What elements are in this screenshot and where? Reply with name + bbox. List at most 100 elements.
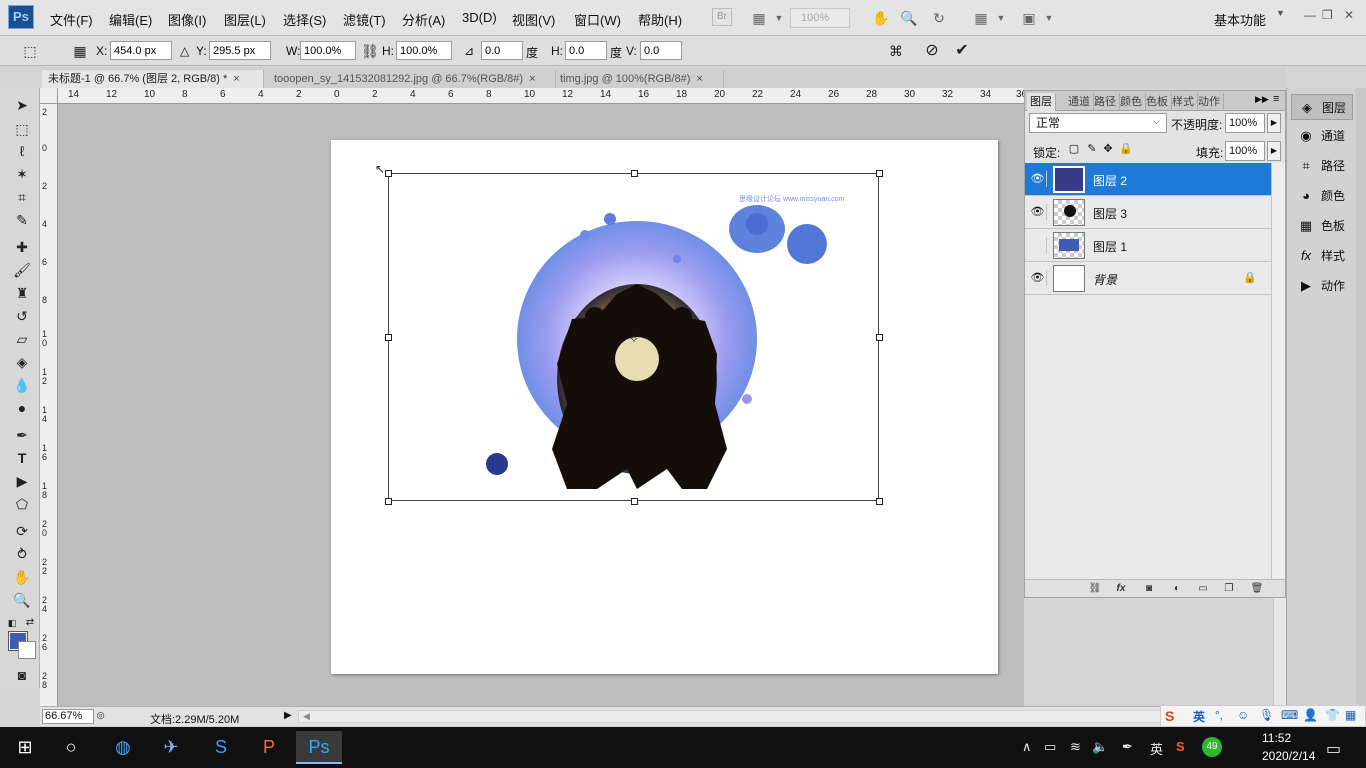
pen-icon[interactable]: ✒ <box>1122 739 1133 755</box>
security-badge[interactable]: 49 <box>1202 737 1222 757</box>
chevron-down-icon[interactable]: ▼ <box>990 8 1012 28</box>
menu-file[interactable]: 文件(F) <box>50 10 93 29</box>
fx-icon[interactable]: fx <box>1113 581 1129 597</box>
cancel-transform-icon[interactable]: ⊘ <box>922 41 942 61</box>
bridge-icon[interactable]: Br <box>712 8 732 26</box>
close-icon[interactable]: × <box>529 73 535 85</box>
transform-handle-bottom-left[interactable] <box>385 498 392 505</box>
x-position-input[interactable] <box>110 41 172 60</box>
width-scale-input[interactable] <box>300 41 356 60</box>
default-colors-icon[interactable]: ◧ <box>6 612 18 634</box>
3d-orbit-tool-icon[interactable]: ⥁ <box>10 543 34 565</box>
document-canvas[interactable]: ↖ 思缘设计论坛 www.missyuan.com ✧ <box>331 140 998 674</box>
link-layers-icon[interactable]: ⛓ <box>1087 581 1103 597</box>
lock-position-icon[interactable]: ✥ <box>1101 142 1115 156</box>
chevron-down-icon[interactable]: ▼ <box>1276 8 1285 18</box>
lasso-tool-icon[interactable]: ℓ <box>10 140 34 162</box>
rotate-view-icon[interactable]: ↻ <box>928 8 950 28</box>
sogou-icon[interactable]: S <box>1165 708 1174 724</box>
hand-tool-icon[interactable]: ✋ <box>10 566 34 588</box>
status-menu-arrow-icon[interactable]: ▶ <box>284 710 292 721</box>
zoom-select[interactable]: 100% <box>790 8 850 28</box>
blur-tool-icon[interactable]: 💧 <box>10 374 34 396</box>
shape-tool-icon[interactable]: ⬠ <box>10 493 34 515</box>
eye-icon[interactable]: 👁 <box>1029 171 1047 187</box>
clone-stamp-tool-icon[interactable]: ♜ <box>10 282 34 304</box>
tab-untitled-1[interactable]: 未标题-1 @ 66.7% (图层 2, RGB/8) * × <box>42 70 264 88</box>
magic-wand-tool-icon[interactable]: ✶ <box>10 163 34 185</box>
arrange-icon[interactable]: ▦ <box>970 8 992 28</box>
canvas-area[interactable]: ↖ 思缘设计论坛 www.missyuan.com ✧ <box>58 104 1024 706</box>
menu-view[interactable]: 视图(V) <box>512 10 555 29</box>
transform-handle-bottom[interactable] <box>631 498 638 505</box>
fill-slider-arrow-icon[interactable]: ▶ <box>1267 141 1281 161</box>
panel-menu-icon[interactable]: ≡ <box>1273 93 1279 105</box>
restore-icon[interactable]: ❐ <box>1322 8 1333 22</box>
transform-handle-top-right[interactable] <box>876 170 883 177</box>
dock-color[interactable]: ◕ 颜色 <box>1291 183 1353 209</box>
move-tool-icon[interactable]: ➤ <box>10 94 34 116</box>
layer-row-layer-1[interactable]: 图层 1 <box>1025 229 1271 262</box>
chevron-down-icon[interactable]: ⌵ <box>1153 116 1160 127</box>
vertical-skew-input[interactable] <box>640 41 682 60</box>
clock-date[interactable]: 2020/2/14 <box>1262 749 1315 763</box>
crop-tool-icon[interactable]: ⌗ <box>10 186 34 208</box>
zoom-icon[interactable]: 🔍 <box>898 8 920 28</box>
tab-color[interactable]: 颜色 <box>1117 93 1146 111</box>
transform-handle-left[interactable] <box>385 334 392 341</box>
horizontal-skew-input[interactable] <box>565 41 607 60</box>
new-layer-icon[interactable]: ❐ <box>1221 581 1237 597</box>
transform-handle-right[interactable] <box>876 334 883 341</box>
hand-icon[interactable]: ✋ <box>870 8 892 28</box>
dock-channels[interactable]: ◉ 通道 <box>1291 123 1353 149</box>
adjustment-layer-icon[interactable]: ◐ <box>1169 581 1185 597</box>
search-icon[interactable]: ○ <box>48 731 94 764</box>
collapse-icon[interactable]: ▶▶ <box>1255 94 1269 105</box>
battery-icon[interactable]: ▭ <box>1044 739 1056 755</box>
emoji-icon[interactable]: ☺ <box>1237 708 1249 722</box>
history-brush-tool-icon[interactable]: ↺ <box>10 305 34 327</box>
type-tool-icon[interactable]: T <box>10 447 34 469</box>
dodge-tool-icon[interactable]: ● <box>10 397 34 419</box>
delta-icon[interactable]: △ <box>180 44 189 58</box>
eye-icon[interactable]: 👁 <box>1029 204 1047 220</box>
healing-brush-tool-icon[interactable]: ✚ <box>10 236 34 258</box>
reference-point-icon[interactable]: ▦ <box>70 41 90 61</box>
vertical-ruler[interactable]: 2 0 2 4 6 8 10 12 14 16 18 20 22 24 26 2… <box>40 104 58 706</box>
notification-icon[interactable]: ▭ <box>1326 739 1341 759</box>
tab-styles[interactable]: 样式 <box>1169 93 1198 111</box>
commit-transform-icon[interactable]: ✔ <box>952 41 972 61</box>
eraser-tool-icon[interactable]: ▱ <box>10 328 34 350</box>
menu-image[interactable]: 图像(I) <box>168 10 206 29</box>
photoshop-taskbar-icon[interactable]: Ps <box>296 731 342 764</box>
skin-icon[interactable]: 👕 <box>1325 708 1340 722</box>
zoom-tool-icon[interactable]: 🔍 <box>10 589 34 611</box>
sogou-tray-icon[interactable]: S <box>1176 739 1185 754</box>
layer-row-background[interactable]: 👁 背景 🔒 <box>1025 262 1271 295</box>
tab-layers[interactable]: 图层 <box>1027 93 1056 111</box>
reference-point-icon[interactable]: ✧ <box>629 332 639 346</box>
close-icon[interactable]: × <box>696 73 702 85</box>
dock-paths[interactable]: ⌗ 路径 <box>1291 153 1353 179</box>
lock-all-icon[interactable]: 🔒 <box>1119 142 1133 156</box>
3d-rotate-tool-icon[interactable]: ⟳ <box>10 520 34 542</box>
film-icon[interactable]: ▦ <box>748 8 770 28</box>
background-color-swatch[interactable] <box>18 641 36 659</box>
opacity-slider-arrow-icon[interactable]: ▶ <box>1267 113 1281 133</box>
status-icon[interactable]: ⊚ <box>96 709 105 722</box>
minimize-icon[interactable]: — <box>1304 8 1316 22</box>
brush-tool-icon[interactable]: 🖌 <box>10 259 34 281</box>
fill-input[interactable]: 100% <box>1225 141 1265 161</box>
tab-timg-jpg[interactable]: timg.jpg @ 100%(RGB/8#) × <box>554 70 724 88</box>
keyboard-icon[interactable]: ⌨ <box>1281 708 1298 722</box>
workspace-switcher[interactable]: 基本功能 <box>1214 10 1266 29</box>
zoom-level-field[interactable]: 66.67% <box>42 709 94 724</box>
tab-tooopen-jpg[interactable]: tooopen_sy_141532081292.jpg @ 66.7%(RGB/… <box>268 70 556 88</box>
ruler-corner[interactable] <box>40 88 58 104</box>
browser-icon[interactable]: ◍ <box>100 731 146 764</box>
warp-icon[interactable]: ⌘ <box>886 41 906 61</box>
screen-mode-icon[interactable]: ▣ <box>1018 8 1040 28</box>
feishu-icon[interactable]: ✈ <box>148 731 194 764</box>
menu-edit[interactable]: 编辑(E) <box>109 10 152 29</box>
rotation-input[interactable] <box>481 41 523 60</box>
